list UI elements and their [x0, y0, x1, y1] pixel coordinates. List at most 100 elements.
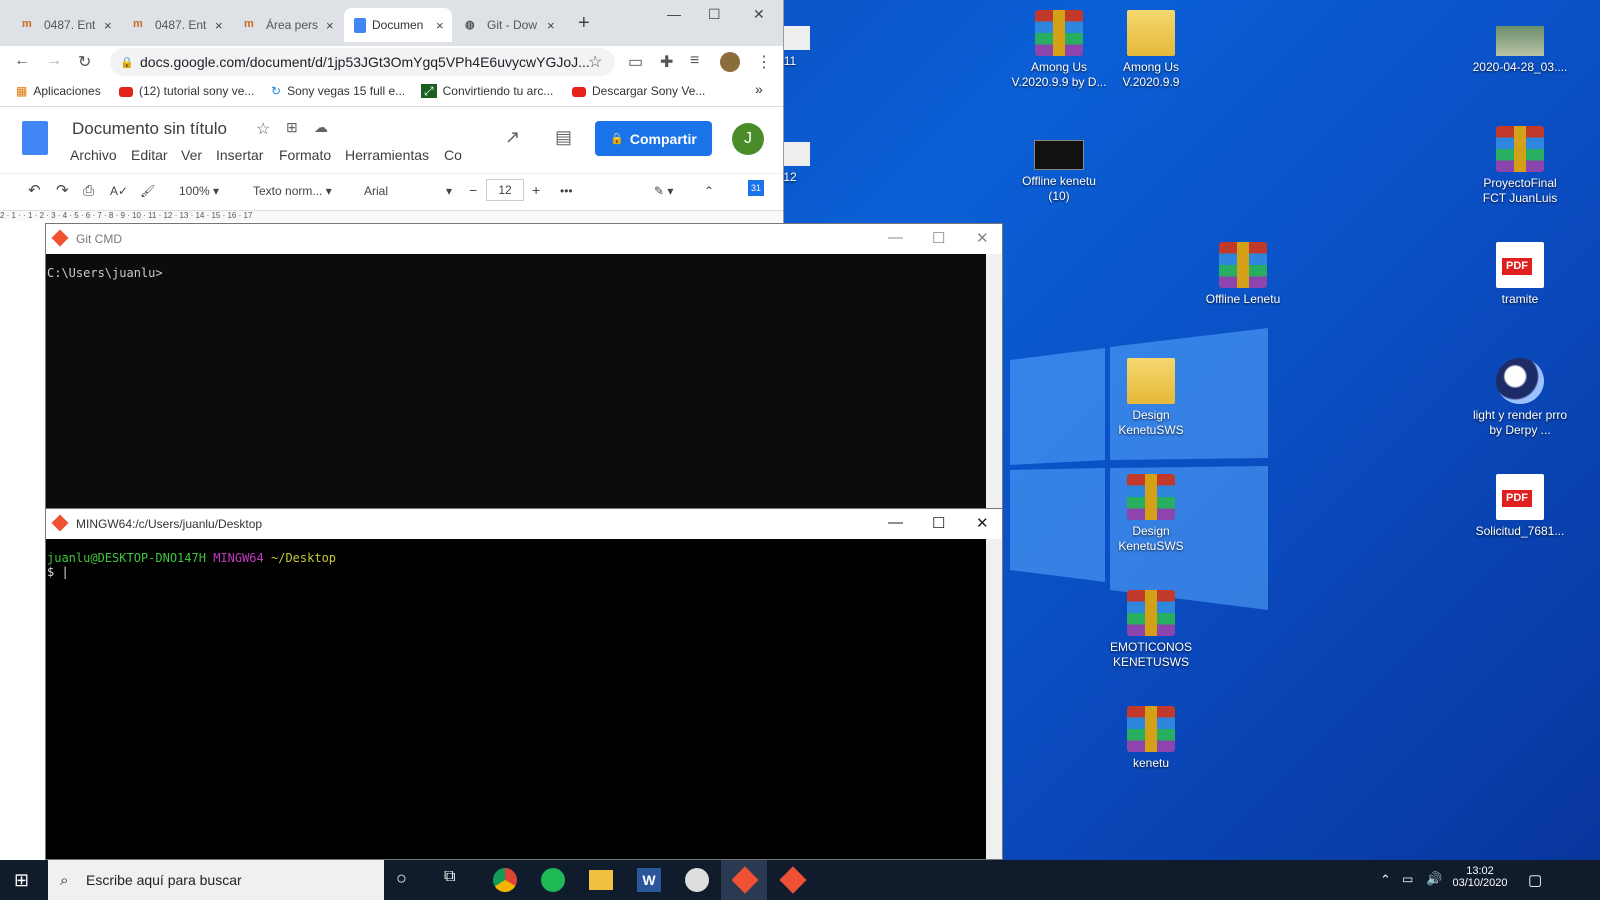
mingw64-console[interactable]: juanlu@DESKTOP-DNO147H MINGW64 ~/Desktop…: [46, 539, 1002, 585]
calendar-icon[interactable]: 31: [748, 180, 764, 196]
menu-archivo[interactable]: Archivo: [70, 147, 117, 163]
undo-icon[interactable]: ↶: [28, 181, 41, 199]
extensions-icon[interactable]: ✚: [660, 52, 673, 72]
maximize-icon[interactable]: ☐: [932, 229, 945, 247]
git-cmd-console[interactable]: C:\Users\juanlu>: [46, 254, 1002, 286]
font-select[interactable]: Arial ▾: [364, 184, 452, 198]
menu-herramientas[interactable]: Herramientas: [345, 147, 429, 163]
desktop-icon-kenetu[interactable]: kenetu: [1103, 706, 1199, 771]
close-icon[interactable]: ✕: [753, 6, 765, 23]
editing-mode-icon[interactable]: ✎ ▾: [654, 184, 673, 198]
tab-0487-2[interactable]: m 0487. Ent ×: [123, 8, 231, 42]
tray-chevron-icon[interactable]: ⌃: [1380, 872, 1391, 888]
desktop-icon-solicitud[interactable]: PDF Solicitud_7681...: [1472, 474, 1568, 539]
bookmark-convirtiendo[interactable]: ⤢ Convirtiendo tu arc...: [421, 84, 553, 99]
close-tab-icon[interactable]: ×: [104, 18, 120, 33]
close-icon[interactable]: ✕: [976, 514, 989, 532]
address-bar[interactable]: 🔒 docs.google.com/document/d/1jp53JGt3Om…: [110, 48, 615, 76]
redo-icon[interactable]: ↷: [56, 181, 69, 199]
maximize-icon[interactable]: ☐: [708, 6, 721, 23]
bookmark-star-icon[interactable]: ☆: [588, 52, 602, 72]
menu-complementos[interactable]: Co: [444, 147, 462, 163]
chrome-icon[interactable]: [493, 868, 517, 892]
menu-ver[interactable]: Ver: [181, 147, 202, 163]
cortana-icon[interactable]: ○: [396, 868, 420, 892]
spellcheck-icon[interactable]: A✓: [110, 184, 128, 198]
desktop-icon-screenshot[interactable]: 2020-04-28_03....: [1472, 26, 1568, 75]
zoom-select[interactable]: 100% ▾: [179, 184, 219, 198]
share-button[interactable]: 🔒 Compartir: [595, 121, 712, 156]
more-menu-icon[interactable]: ⋮: [756, 52, 772, 72]
bookmark-tutorial[interactable]: (12) tutorial sony ve...: [119, 84, 254, 98]
close-tab-icon[interactable]: ×: [436, 18, 452, 33]
taskbar-search[interactable]: ⌕ Escribe aquí para buscar: [48, 860, 384, 900]
scrollbar[interactable]: [986, 254, 1002, 542]
desktop-icon-emoticonos[interactable]: EMOTICONOS KENETUSWS: [1103, 590, 1199, 670]
spotify-icon[interactable]: [541, 868, 565, 892]
back-arrow-icon[interactable]: ←: [14, 52, 30, 70]
account-avatar[interactable]: J: [732, 123, 764, 155]
close-tab-icon[interactable]: ×: [215, 18, 231, 33]
prompt-env: MINGW64: [213, 551, 264, 565]
comment-icon[interactable]: ▤: [555, 127, 572, 148]
clock[interactable]: 13:02 03/10/2020: [1448, 865, 1512, 889]
desktop-icon-among-us-folder[interactable]: Among Us V.2020.9.9: [1103, 10, 1199, 90]
task-view-icon[interactable]: ⧉: [444, 868, 468, 892]
paint-icon[interactable]: [685, 868, 709, 892]
menu-editar[interactable]: Editar: [131, 147, 168, 163]
reload-icon[interactable]: ↻: [78, 52, 91, 72]
minimize-icon[interactable]: —: [888, 229, 903, 246]
desktop-icon-proyecto-final[interactable]: ProyectoFinal FCT JuanLuis: [1472, 126, 1568, 206]
move-folder-icon[interactable]: ⊞: [286, 119, 298, 136]
print-icon[interactable]: ⎙: [83, 182, 94, 199]
tab-0487-1[interactable]: m 0487. Ent ×: [12, 8, 120, 42]
document-title[interactable]: Documento sin título: [72, 119, 227, 139]
desktop-icon-light-render[interactable]: light y render prro by Derpy ...: [1472, 358, 1568, 438]
desktop-icon-design-rar[interactable]: Design KenetuSWS: [1103, 474, 1199, 554]
activity-trend-icon[interactable]: ↗: [505, 127, 520, 148]
volume-icon[interactable]: 🔊: [1426, 871, 1442, 887]
desktop-icon-among-us-rar[interactable]: Among Us V.2020.9.9 by D...: [1011, 10, 1107, 90]
bookmark-sony-vegas[interactable]: ↻ Sony vegas 15 full e...: [271, 84, 405, 98]
forward-arrow-icon[interactable]: →: [46, 52, 62, 70]
bookmarks-overflow[interactable]: »: [755, 81, 763, 97]
search-icon: ⌕: [60, 871, 69, 889]
scrollbar[interactable]: [986, 539, 1002, 859]
file-explorer-icon[interactable]: [589, 870, 613, 890]
increase-size-button[interactable]: +: [532, 182, 540, 198]
desktop-icon-design-folder[interactable]: Design KenetuSWS: [1103, 358, 1199, 438]
desktop-icon-offline-lenetu[interactable]: Offline Lenetu: [1195, 242, 1291, 307]
close-icon[interactable]: ✕: [976, 229, 989, 247]
word-icon[interactable]: W: [637, 868, 661, 892]
star-icon[interactable]: ☆: [256, 119, 270, 139]
git-cmd-icon[interactable]: [779, 866, 807, 894]
profile-avatar[interactable]: [720, 52, 740, 72]
desktop-icon-offline-kenetu[interactable]: Offline kenetu (10): [1011, 140, 1107, 204]
collapse-icon[interactable]: ⌃: [704, 184, 714, 198]
more-options-icon[interactable]: •••: [560, 184, 573, 198]
decrease-size-button[interactable]: −: [469, 182, 477, 198]
google-docs-logo[interactable]: [22, 121, 48, 155]
minimize-icon[interactable]: —: [667, 6, 681, 22]
close-tab-icon[interactable]: ×: [547, 18, 563, 33]
minimize-icon[interactable]: —: [888, 514, 903, 531]
new-tab-button[interactable]: +: [578, 12, 590, 35]
media-icon[interactable]: ≡: [690, 52, 699, 70]
maximize-icon[interactable]: ☐: [932, 514, 945, 532]
notifications-icon[interactable]: ▢: [1528, 871, 1542, 889]
bookmark-apps[interactable]: ▦ Aplicaciones: [16, 84, 101, 98]
style-select[interactable]: Texto norm... ▾: [253, 184, 332, 198]
tab-documento[interactable]: Documen ×: [344, 8, 452, 42]
desktop-icon-tramite[interactable]: PDF tramite: [1472, 242, 1568, 307]
menu-formato[interactable]: Formato: [279, 147, 331, 163]
menu-insertar[interactable]: Insertar: [216, 147, 263, 163]
paint-format-icon[interactable]: 🖌: [140, 184, 155, 198]
network-icon[interactable]: ▭: [1402, 872, 1413, 886]
bookmark-descargar[interactable]: Descargar Sony Ve...: [572, 84, 705, 98]
windows-start-icon[interactable]: ⊞: [14, 870, 29, 891]
close-tab-icon[interactable]: ×: [326, 18, 342, 33]
font-size-input[interactable]: 12: [486, 179, 524, 201]
tab-area-personal[interactable]: m Área pers ×: [234, 8, 342, 42]
cast-icon[interactable]: ▭: [628, 52, 643, 72]
tab-git-download[interactable]: ◍ Git - Dow ×: [455, 8, 563, 42]
